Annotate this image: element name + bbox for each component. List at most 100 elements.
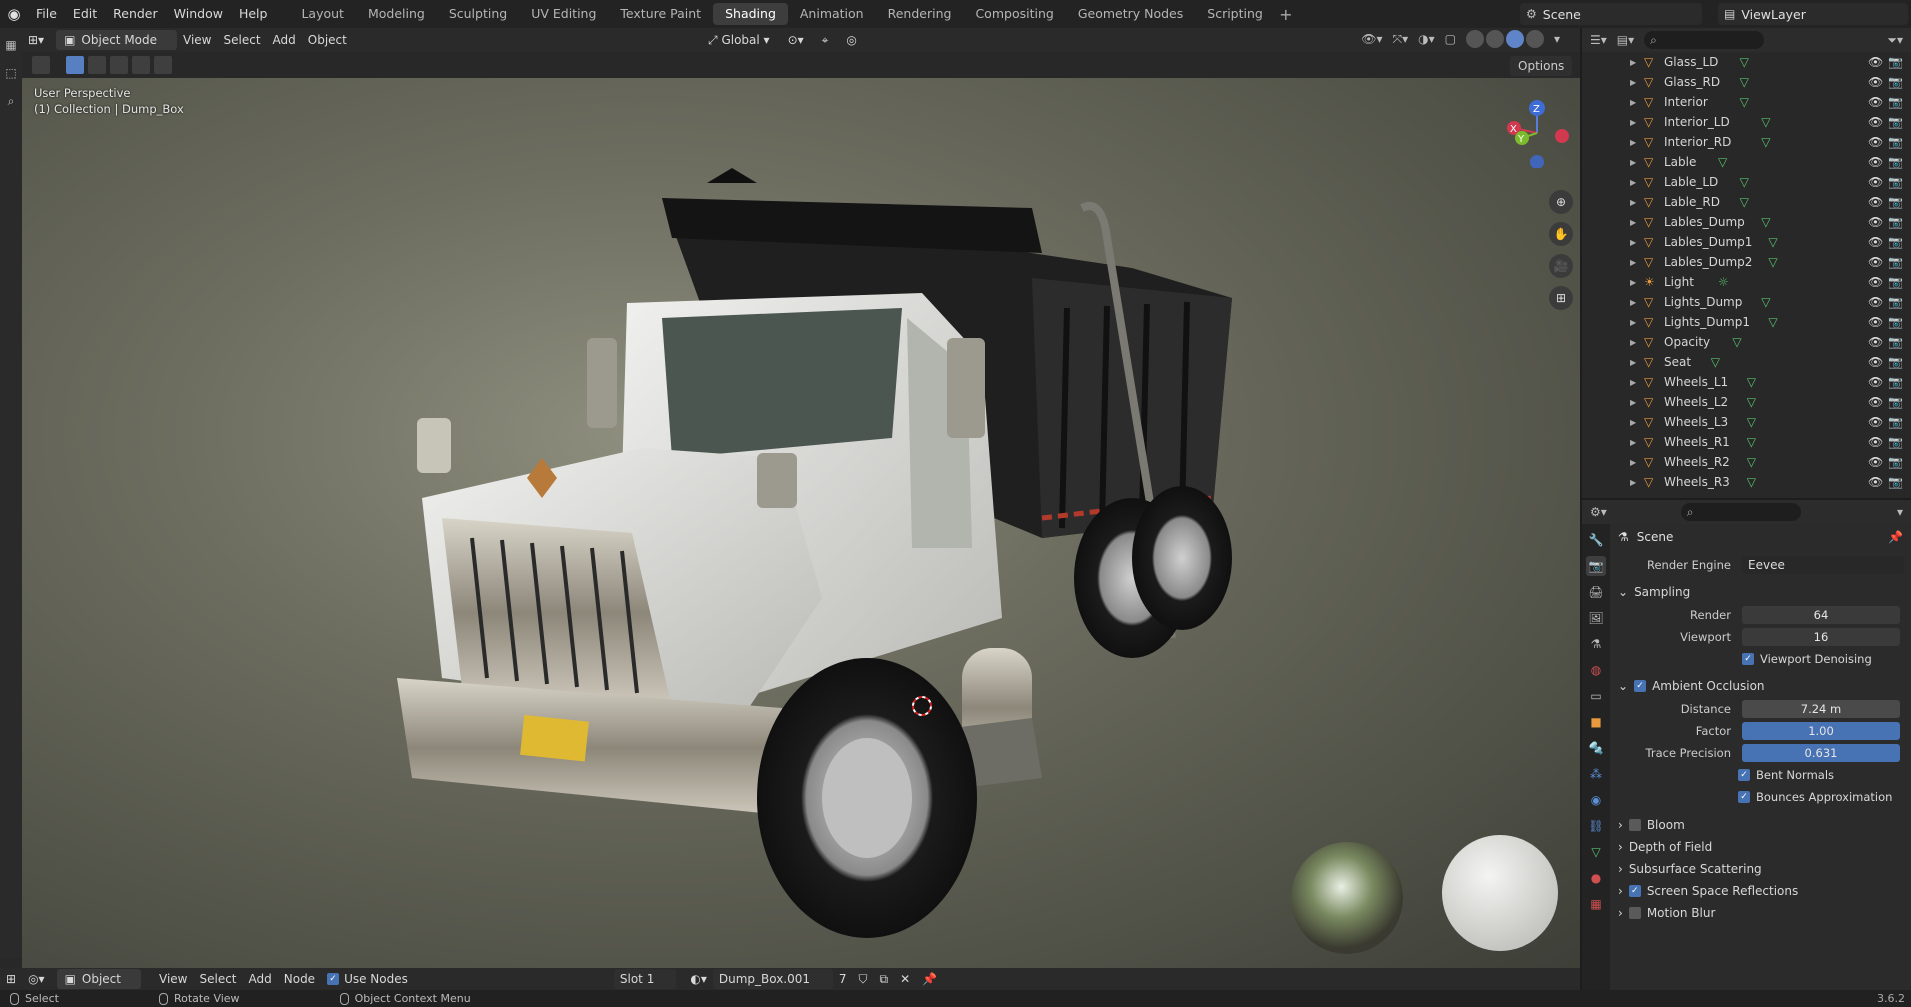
eye-icon[interactable]: 👁 xyxy=(1868,275,1883,289)
outliner-row[interactable]: ▶ ▽ Wheels_R3 ▽ 👁 📷 xyxy=(1582,472,1911,492)
tab-sculpting[interactable]: Sculpting xyxy=(437,3,519,25)
render-camera-icon[interactable]: 📷 xyxy=(1888,115,1903,129)
menu-view[interactable]: View xyxy=(177,30,217,50)
eye-icon[interactable]: 👁 xyxy=(1868,135,1883,149)
expand-arrow-icon[interactable]: ▶ xyxy=(1630,418,1636,427)
properties-options-icon[interactable]: ▾ xyxy=(1897,505,1903,519)
eye-icon[interactable]: 👁 xyxy=(1868,415,1883,429)
physics-tab-icon[interactable]: ◉ xyxy=(1586,790,1606,810)
expand-arrow-icon[interactable]: ▶ xyxy=(1630,458,1636,467)
viewport-samples-field[interactable]: 16 xyxy=(1742,628,1900,646)
filter-icon[interactable]: ⏷▾ xyxy=(1887,33,1903,48)
tab-rendering[interactable]: Rendering xyxy=(876,3,964,25)
render-camera-icon[interactable]: 📷 xyxy=(1888,55,1903,69)
pin-context-icon[interactable]: 📌 xyxy=(1888,530,1903,544)
eye-icon[interactable]: 👁 xyxy=(1868,115,1883,129)
outliner-row[interactable]: ▶ ▽ Opacity ▽ 👁 📷 xyxy=(1582,332,1911,352)
3d-viewport[interactable]: ▦ ⬚ ⌕ ⊞▾ ▣ Object Mode View Select Add O… xyxy=(0,28,1580,988)
world-tab-icon[interactable]: ◍ xyxy=(1586,660,1606,680)
mesh-data-icon[interactable]: ▽ xyxy=(1761,215,1770,229)
sampling-section[interactable]: ⌄ Sampling xyxy=(1612,580,1909,604)
view-layer-tab-icon[interactable]: 🖼 xyxy=(1586,608,1606,628)
render-camera-icon[interactable]: 📷 xyxy=(1888,475,1903,489)
xray-icon[interactable]: ▢ xyxy=(1445,32,1456,46)
render-camera-icon[interactable]: 📷 xyxy=(1888,315,1903,329)
render-camera-icon[interactable]: 📷 xyxy=(1888,415,1903,429)
eye-icon[interactable]: 👁 xyxy=(1868,175,1883,189)
eye-icon[interactable]: 👁 xyxy=(1868,75,1883,89)
render-camera-icon[interactable]: 📷 xyxy=(1888,95,1903,109)
mesh-data-icon[interactable]: ▽ xyxy=(1747,455,1756,469)
mesh-data-icon[interactable]: ▽ xyxy=(1711,355,1720,369)
outliner-row[interactable]: ▶ ☀ Light ☼ 👁 📷 xyxy=(1582,272,1911,292)
section-subsurface-scattering[interactable]: › Subsurface Scattering xyxy=(1612,858,1909,880)
render-camera-icon[interactable]: 📷 xyxy=(1888,375,1903,389)
editor-type-button[interactable]: ⊞▾ xyxy=(22,30,50,50)
mesh-data-icon[interactable]: ▽ xyxy=(1768,255,1777,269)
tab-modeling[interactable]: Modeling xyxy=(356,3,437,25)
editor-type-icon[interactable]: ▦ xyxy=(0,34,22,56)
mesh-data-icon[interactable]: ▽ xyxy=(1768,315,1777,329)
tab-layout[interactable]: Layout xyxy=(289,3,356,25)
tab-uv-editing[interactable]: UV Editing xyxy=(519,3,608,25)
outliner-row[interactable]: ▶ ▽ Lable ▽ 👁 📷 xyxy=(1582,152,1911,172)
outliner-row[interactable]: ▶ ▽ Wheels_R1 ▽ 👁 📷 xyxy=(1582,432,1911,452)
viewport-denoising-row[interactable]: ✓ Viewport Denoising xyxy=(1612,648,1909,670)
outliner-row[interactable]: ▶ ▽ Wheels_L1 ▽ 👁 📷 xyxy=(1582,372,1911,392)
menu-window[interactable]: Window xyxy=(166,0,231,28)
viewport-denoising-checkbox[interactable]: ✓ xyxy=(1742,653,1754,665)
tab-shading[interactable]: Shading xyxy=(713,3,788,25)
tweak-tool-icon[interactable] xyxy=(32,56,50,74)
mesh-data-icon[interactable]: ▽ xyxy=(1747,395,1756,409)
render-camera-icon[interactable]: 📷 xyxy=(1888,435,1903,449)
expand-arrow-icon[interactable]: ▶ xyxy=(1630,258,1636,267)
outliner-row[interactable]: ▶ ▽ Wheels_L3 ▽ 👁 📷 xyxy=(1582,412,1911,432)
select-invert-icon[interactable] xyxy=(132,56,150,74)
object-tab-icon[interactable]: ■ xyxy=(1586,712,1606,732)
eye-icon[interactable]: 👁 xyxy=(1868,95,1883,109)
proportional-edit-icon[interactable]: ◎ xyxy=(840,30,862,50)
pin-icon[interactable]: 📌 xyxy=(916,969,943,989)
render-camera-icon[interactable]: 📷 xyxy=(1888,135,1903,149)
bent-normals-checkbox[interactable]: ✓ xyxy=(1738,769,1750,781)
properties-search-input[interactable]: ⌕ xyxy=(1680,503,1801,521)
use-nodes-checkbox[interactable]: ✓ xyxy=(327,973,340,985)
material-tab-icon[interactable]: ● xyxy=(1586,868,1606,888)
mesh-data-icon[interactable]: ▽ xyxy=(1761,295,1770,309)
eye-icon[interactable]: 👁 xyxy=(1868,235,1883,249)
constraints-tab-icon[interactable]: ⛓ xyxy=(1586,816,1606,836)
fake-user-icon[interactable]: ⛉ xyxy=(852,969,873,989)
node-menu-node[interactable]: Node xyxy=(278,969,321,989)
slot-dropdown[interactable]: Slot 1 xyxy=(613,969,677,989)
render-camera-icon[interactable]: 📷 xyxy=(1888,195,1903,209)
tab-compositing[interactable]: Compositing xyxy=(963,3,1065,25)
expand-arrow-icon[interactable]: ▶ xyxy=(1630,98,1636,107)
node-menu-select[interactable]: Select xyxy=(193,969,242,989)
eye-icon[interactable]: 👁 xyxy=(1868,195,1883,209)
outliner-search-input[interactable]: ⌕ xyxy=(1644,31,1765,49)
render-engine-dropdown[interactable]: Eevee xyxy=(1742,556,1904,574)
scene-selector[interactable]: ⚙ Scene xyxy=(1520,3,1702,25)
collection-tab-icon[interactable]: ▭ xyxy=(1586,686,1606,706)
bent-normals-row[interactable]: ✓ Bent Normals xyxy=(1612,764,1909,786)
outliner-row[interactable]: ▶ ▽ Glass_LD ▽ 👁 📷 xyxy=(1582,52,1911,72)
section-enable-checkbox[interactable]: ✓ xyxy=(1628,885,1641,897)
ambient-occlusion-section[interactable]: ⌄ ✓ Ambient Occlusion xyxy=(1612,674,1909,698)
add-workspace-icon[interactable]: + xyxy=(1275,5,1297,24)
node-editor-type-icon[interactable]: ⊞ xyxy=(0,969,22,989)
visibility-icon[interactable]: 👁▾ xyxy=(1361,32,1382,46)
render-camera-icon[interactable]: 📷 xyxy=(1888,395,1903,409)
outliner-row[interactable]: ▶ ▽ Interior ▽ 👁 📷 xyxy=(1582,92,1911,112)
eye-icon[interactable]: 👁 xyxy=(1868,55,1883,69)
eye-icon[interactable]: 👁 xyxy=(1868,295,1883,309)
wireframe-shading-icon[interactable] xyxy=(1465,30,1484,48)
outliner-row[interactable]: ▶ ▽ Interior_RD ▽ 👁 📷 xyxy=(1582,132,1911,152)
tool-tab-icon[interactable]: 🔧 xyxy=(1586,530,1606,550)
outliner-row[interactable]: ▶ ▽ Glass_RD ▽ 👁 📷 xyxy=(1582,72,1911,92)
particles-tab-icon[interactable]: ⁂ xyxy=(1586,764,1606,784)
tab-texture-paint[interactable]: Texture Paint xyxy=(608,3,713,25)
render-camera-icon[interactable]: 📷 xyxy=(1888,275,1903,289)
bounces-approximation-checkbox[interactable]: ✓ xyxy=(1738,791,1750,803)
expand-arrow-icon[interactable]: ▶ xyxy=(1630,58,1636,67)
expand-arrow-icon[interactable]: ▶ xyxy=(1630,238,1636,247)
